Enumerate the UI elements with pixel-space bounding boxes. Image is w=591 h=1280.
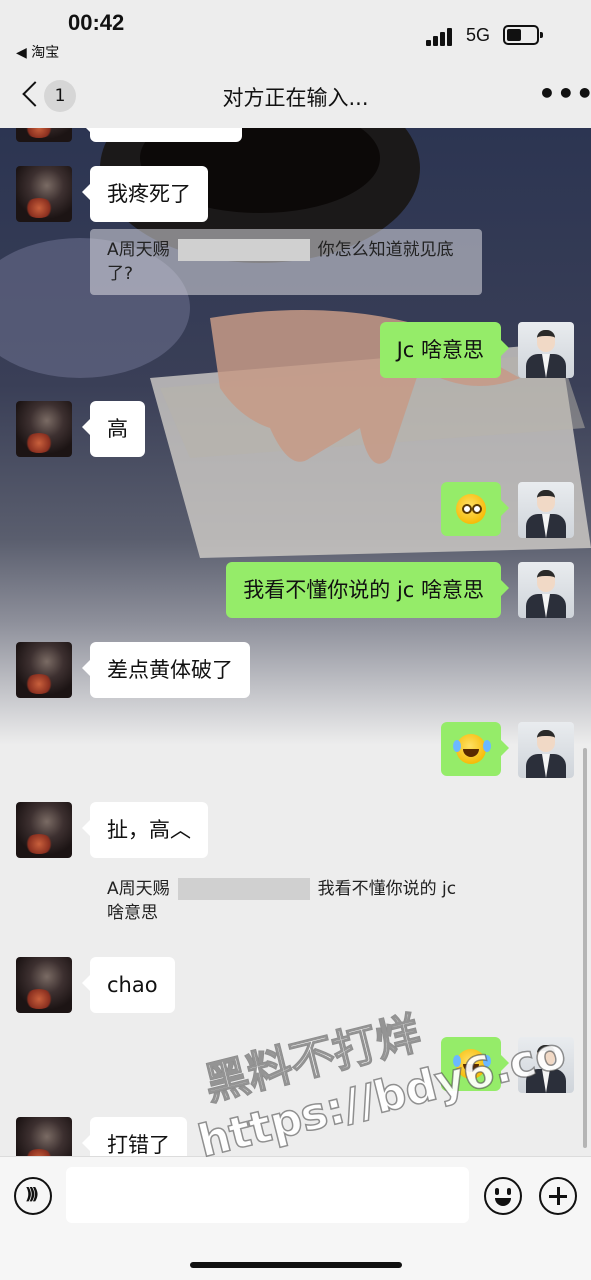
more-options-icon[interactable]: ••• [538, 80, 591, 108]
quoted-message[interactable]: A周天赐 你怎么知道就见底了? [90, 229, 482, 295]
network-type: 5G [466, 25, 491, 45]
my-avatar[interactable] [518, 562, 574, 618]
message-bubble[interactable]: 打错了 [82, 1117, 187, 1156]
quote-text: 我看不懂你说的 jc [317, 879, 457, 899]
message-bubble[interactable]: 我疼死了 [82, 166, 208, 222]
message-bubble[interactable]: 扯，高︿ [82, 802, 208, 858]
scrollbar[interactable] [583, 748, 587, 1148]
redacted-block [177, 239, 310, 261]
my-avatar[interactable] [518, 322, 574, 378]
signal-icon [426, 28, 456, 46]
message-bubble-me[interactable] [441, 482, 509, 536]
contact-avatar[interactable] [16, 166, 72, 222]
redacted-block [177, 878, 310, 900]
clock: 00:42 [68, 10, 125, 35]
my-avatar[interactable] [518, 482, 574, 538]
chat-header: 1 对方正在输入... ••• [0, 62, 591, 128]
contact-avatar[interactable] [16, 1117, 72, 1156]
message-bubble-partial [82, 128, 242, 142]
battery-icon [503, 25, 543, 45]
voice-input-icon[interactable] [14, 1177, 52, 1215]
message-bubble-me[interactable] [441, 722, 509, 776]
emoji-picker-icon[interactable] [484, 1177, 522, 1215]
message-bubble-me[interactable]: Jc 啥意思 [379, 322, 510, 378]
page-title: 对方正在输入... [222, 86, 369, 110]
home-indicator[interactable] [190, 1262, 402, 1268]
my-avatar[interactable] [518, 722, 574, 778]
quote-author: A周天赐 [107, 240, 170, 260]
message-bubble[interactable]: 高 [82, 401, 145, 457]
contact-avatar[interactable] [16, 957, 72, 1013]
quoted-message[interactable]: A周天赐 我看不懂你说的 jc 啥意思 [107, 877, 507, 925]
status-bar: 00:42 ◀ 淘宝 5G [0, 0, 591, 62]
tears-of-joy-emoji-icon [453, 734, 486, 764]
contact-avatar[interactable] [16, 802, 72, 858]
quote-author: A周天赐 [107, 879, 170, 899]
more-actions-icon[interactable] [539, 1177, 577, 1215]
back-to-app-link[interactable]: ◀ 淘宝 [16, 42, 59, 62]
message-bubble[interactable]: 差点黄体破了 [82, 642, 250, 698]
message-bubble[interactable]: chao [82, 957, 175, 1013]
message-bubble-me[interactable]: 我看不懂你说的 jc 啥意思 [226, 562, 509, 618]
contact-avatar[interactable] [16, 128, 72, 142]
message-input[interactable] [66, 1167, 469, 1223]
quote-text-cont: 啥意思 [107, 903, 158, 923]
contact-avatar[interactable] [16, 401, 72, 457]
contact-avatar[interactable] [16, 642, 72, 698]
flushed-emoji-icon [456, 494, 486, 524]
